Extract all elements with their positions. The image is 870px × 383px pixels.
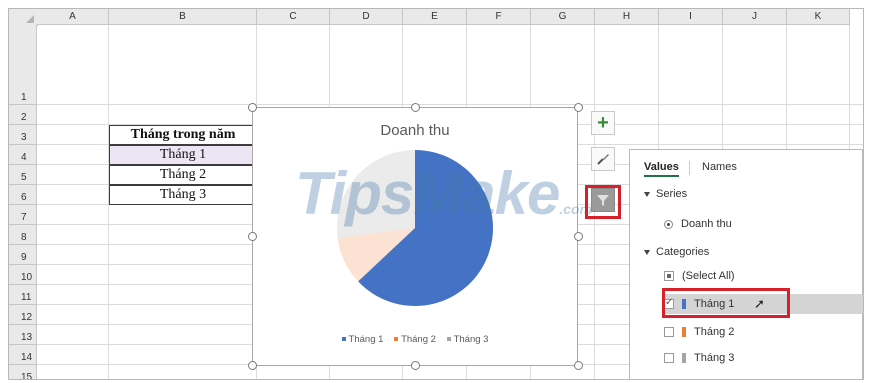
table-header-cell[interactable]: Tháng trong năm xyxy=(109,125,257,145)
series-color-swatch xyxy=(682,353,686,364)
row-header-8[interactable]: 8 xyxy=(9,225,37,245)
select-all-label: (Select All) xyxy=(682,270,735,282)
tab-values[interactable]: Values xyxy=(644,161,679,177)
resize-handle-e[interactable] xyxy=(574,232,583,241)
column-header-f[interactable]: F xyxy=(467,9,531,25)
checkbox-icon xyxy=(664,327,674,338)
row-header-13[interactable]: 13 xyxy=(9,325,37,345)
column-header-k[interactable]: K xyxy=(787,9,850,25)
chart-legend[interactable]: Tháng 1 Tháng 2 Tháng 3 xyxy=(253,334,577,345)
collapse-triangle-icon xyxy=(644,191,650,197)
row-header-6[interactable]: 6 xyxy=(9,185,37,205)
highlight-box-thang-1 xyxy=(662,288,790,318)
column-header-h[interactable]: H xyxy=(595,9,659,25)
categories-heading-label: Categories xyxy=(656,246,710,258)
row-header-10[interactable]: 10 xyxy=(9,265,37,285)
legend-swatch xyxy=(394,337,399,342)
tab-names[interactable]: Names xyxy=(702,161,737,173)
legend-swatch xyxy=(341,337,346,342)
row-header-3[interactable]: 3 xyxy=(9,125,37,145)
category-item-thang-2[interactable]: Tháng 2 xyxy=(664,326,734,338)
resize-handle-s[interactable] xyxy=(411,361,420,370)
pie-chart[interactable]: Doanh thu Tháng 1 Tháng 2 Tháng 3 xyxy=(252,107,578,366)
legend-label: Tháng 3 xyxy=(453,334,489,345)
row-header-7[interactable]: 7 xyxy=(9,205,37,225)
resize-handle-ne[interactable] xyxy=(574,103,583,112)
column-header-e[interactable]: E xyxy=(403,9,467,25)
category-item-label: Tháng 2 xyxy=(694,326,735,338)
collapse-triangle-icon xyxy=(644,249,650,255)
categories-heading[interactable]: Categories xyxy=(644,246,709,258)
pie-plot xyxy=(337,150,494,306)
column-header-g[interactable]: G xyxy=(531,9,595,25)
legend-item-thang-2: Tháng 2 xyxy=(394,334,436,345)
table-cell-thang-2[interactable]: Tháng 2 xyxy=(109,165,257,185)
chart-filters-pane: Values Names Series Doanh thu Categories… xyxy=(629,149,863,379)
series-item[interactable]: Doanh thu xyxy=(664,218,732,230)
row-header-2[interactable]: 2 xyxy=(9,105,37,125)
column-header-a[interactable]: A xyxy=(37,9,109,25)
series-heading-label: Series xyxy=(656,188,688,200)
column-header-d[interactable]: D xyxy=(330,9,403,25)
column-header-c[interactable]: C xyxy=(257,9,330,25)
row-header-15[interactable]: 15 xyxy=(9,365,37,379)
column-header-j[interactable]: J xyxy=(723,9,787,25)
spreadsheet-frame: ABCDEFGHIJK 1 2 3 4 5 6 7 8 9 10 11 12 13 14 15 Tháng … xyxy=(8,8,864,380)
resize-handle-sw[interactable] xyxy=(248,361,257,370)
category-item-label: Tháng 3 xyxy=(694,352,735,364)
checkbox-icon xyxy=(664,271,674,282)
row-header-9[interactable]: 9 xyxy=(9,245,37,265)
select-all-checkbox[interactable]: (Select All) xyxy=(664,270,735,282)
plus-icon: + xyxy=(597,112,609,134)
resize-handle-n[interactable] xyxy=(411,103,420,112)
radio-icon xyxy=(664,219,673,229)
legend-label: Tháng 1 xyxy=(348,334,384,345)
chart-elements-button[interactable]: + xyxy=(591,111,615,135)
row-header-5[interactable]: 5 xyxy=(9,165,37,185)
legend-item-thang-1: Tháng 1 xyxy=(341,334,384,345)
series-color-swatch xyxy=(682,327,686,338)
pie-slice-3[interactable] xyxy=(337,150,415,238)
chart-styles-button[interactable] xyxy=(591,147,615,171)
legend-item-thang-3: Tháng 3 xyxy=(446,334,489,345)
grid-row-line xyxy=(37,104,863,105)
resize-handle-w[interactable] xyxy=(248,232,257,241)
legend-label: Tháng 2 xyxy=(401,334,436,345)
mouse-pointer-icon: ➚ xyxy=(754,296,765,311)
resize-handle-nw[interactable] xyxy=(248,103,257,112)
row-header-4[interactable]: 4 xyxy=(9,145,37,165)
table-cell-thang-1[interactable]: Tháng 1 xyxy=(109,145,257,165)
row-header-11[interactable]: 11 xyxy=(9,285,37,305)
checkbox-icon xyxy=(664,353,674,364)
brush-icon xyxy=(597,154,609,165)
legend-swatch xyxy=(446,337,451,342)
row-header-14[interactable]: 14 xyxy=(9,345,37,365)
column-header-i[interactable]: I xyxy=(659,9,723,25)
row-header-1[interactable]: 1 xyxy=(9,25,37,105)
filter-highlight-box xyxy=(585,185,621,219)
select-all-corner[interactable] xyxy=(9,9,38,26)
table-cell-thang-3[interactable]: Tháng 3 xyxy=(109,185,257,205)
column-header-b[interactable]: B xyxy=(109,9,257,25)
category-item-thang-3[interactable]: Tháng 3 xyxy=(664,352,734,364)
tab-divider xyxy=(689,161,690,175)
resize-handle-se[interactable] xyxy=(574,361,583,370)
row-header-12[interactable]: 12 xyxy=(9,305,37,325)
series-item-label: Doanh thu xyxy=(681,218,732,230)
series-heading[interactable]: Series xyxy=(644,188,687,200)
